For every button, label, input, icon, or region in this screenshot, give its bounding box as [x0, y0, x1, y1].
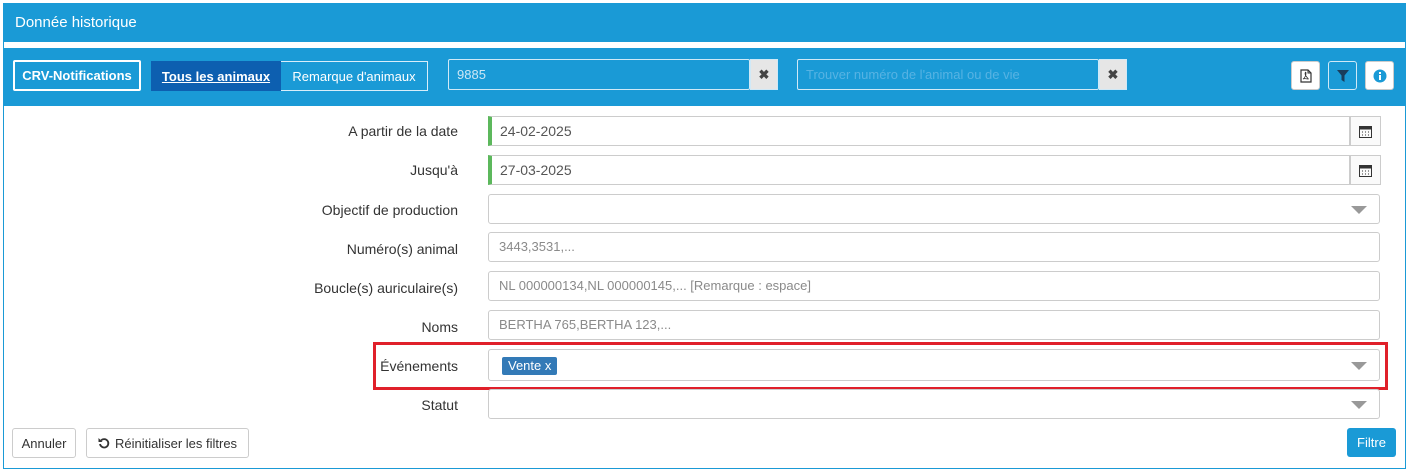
from-date-label: A partir de la date [348, 123, 458, 139]
toolbar: CRV-Notifications Tous les animaux Remar… [3, 48, 1406, 106]
animal-numbers-label: Numéro(s) animal [346, 241, 458, 257]
undo-icon [98, 438, 110, 449]
events-label: Événements [380, 358, 458, 374]
calendar-icon [1359, 125, 1372, 138]
clear-number-search-button[interactable]: ✖ [1099, 59, 1127, 90]
animal-numbers-input[interactable]: 3443,3531,... [488, 232, 1380, 262]
production-goal-label: Objectif de production [321, 202, 458, 218]
ear-tags-input[interactable]: NL 000000134,NL 000000145,... [Remarque … [488, 271, 1380, 301]
tab-all-animals[interactable]: Tous les animaux [151, 61, 281, 91]
status-label: Statut [421, 397, 458, 413]
to-date-field[interactable]: 27-03-2025 [488, 155, 1350, 185]
status-select[interactable] [488, 389, 1380, 419]
from-date-calendar-button[interactable] [1350, 116, 1381, 146]
info-button[interactable] [1365, 61, 1394, 90]
chevron-down-icon [1351, 362, 1367, 370]
crv-notifications-button[interactable]: CRV-Notifications [13, 60, 141, 91]
calendar-icon [1359, 164, 1372, 177]
names-input[interactable]: BERTHA 765,BERTHA 123,... [488, 310, 1380, 340]
to-date-calendar-button[interactable] [1350, 155, 1381, 185]
filter-icon [1336, 69, 1349, 82]
clear-animal-search-button[interactable]: ✖ [750, 59, 778, 90]
close-icon: ✖ [758, 66, 770, 82]
cancel-button[interactable]: Annuler [12, 428, 76, 458]
tab-animal-remarks[interactable]: Remarque d'animaux [281, 61, 428, 91]
reset-filters-button[interactable]: Réinitialiser les filtres [86, 428, 249, 458]
info-icon [1373, 69, 1386, 82]
window-title: Donnée historique [3, 3, 1406, 42]
number-search-input[interactable]: Trouver numéro de l'animal ou de vie [797, 59, 1099, 90]
filter-toggle-button[interactable] [1328, 61, 1357, 90]
production-goal-select[interactable] [488, 194, 1380, 224]
ear-tags-label: Boucle(s) auriculaire(s) [314, 280, 458, 296]
pdf-export-button[interactable] [1291, 61, 1320, 90]
pdf-icon [1299, 68, 1312, 83]
chevron-down-icon [1351, 401, 1367, 409]
animal-search-input[interactable]: 9885 [448, 59, 750, 90]
names-label: Noms [421, 319, 458, 335]
to-date-label: Jusqu'à [410, 162, 458, 178]
chevron-down-icon [1351, 206, 1367, 214]
from-date-field[interactable]: 24-02-2025 [488, 116, 1350, 146]
event-tag-sale[interactable]: Vente x [502, 357, 558, 375]
events-multiselect[interactable]: Vente x [488, 349, 1380, 381]
reset-filters-label: Réinitialiser les filtres [114, 435, 238, 451]
filter-button[interactable]: Filtre [1347, 428, 1396, 457]
close-icon: ✖ [1107, 66, 1119, 82]
